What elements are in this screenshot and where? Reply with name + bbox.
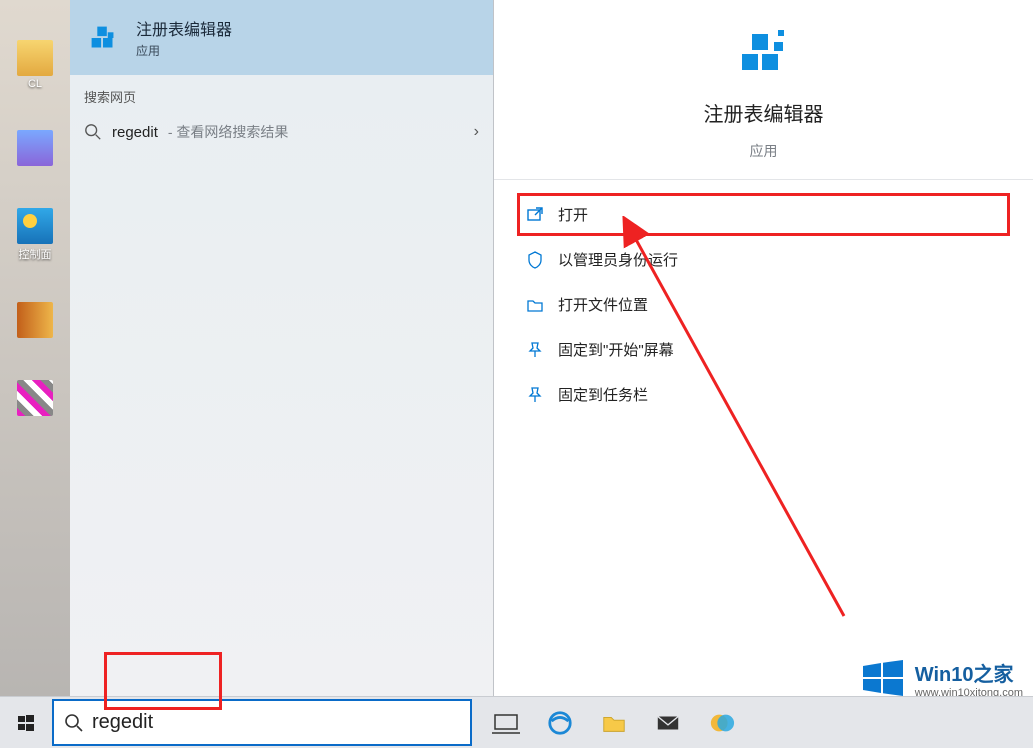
- desktop-icon-app3[interactable]: [10, 380, 60, 418]
- task-view-icon: [492, 710, 520, 736]
- action-label: 固定到任务栏: [558, 384, 648, 405]
- best-match-subtitle: 应用: [136, 42, 232, 59]
- search-icon: [64, 713, 84, 733]
- action-run-as-admin[interactable]: 以管理员身份运行: [518, 239, 1009, 280]
- windows-logo-icon: [17, 714, 35, 732]
- taskbar-edge[interactable]: [536, 699, 584, 747]
- web-result-query: regedit: [112, 124, 158, 141]
- taskbar-app[interactable]: [698, 699, 746, 747]
- action-label: 固定到"开始"屏幕: [558, 339, 674, 360]
- watermark: Win10之家 www.win10xitong.com: [861, 656, 1023, 700]
- action-open-file-location[interactable]: 打开文件位置: [518, 284, 1009, 325]
- registry-editor-icon: [84, 19, 122, 57]
- start-button[interactable]: [0, 697, 52, 748]
- registry-editor-icon: [732, 20, 796, 84]
- desktop-icons-column: CL 控制面: [0, 0, 70, 696]
- start-search-panel: 注册表编辑器 应用 搜索网页 regedit - 查看网络搜索结果 ›: [70, 0, 494, 696]
- desktop-icon-label: 控制面: [19, 246, 52, 262]
- control-panel-icon: [17, 208, 53, 244]
- taskbar: [0, 696, 1033, 748]
- best-match-title: 注册表编辑器: [136, 16, 232, 40]
- chevron-right-icon: ›: [474, 123, 479, 141]
- action-label: 以管理员身份运行: [558, 249, 678, 270]
- detail-actions: 打开 以管理员身份运行 打开文件位置 固定到"开始"屏幕 固定到任务栏: [494, 180, 1033, 429]
- taskbar-search-box[interactable]: [52, 699, 472, 746]
- app-icon: [17, 380, 53, 416]
- detail-title: 注册表编辑器: [704, 98, 824, 127]
- watermark-title: Win10之家: [915, 658, 1014, 687]
- web-search-result[interactable]: regedit - 查看网络搜索结果 ›: [70, 112, 493, 152]
- open-icon: [526, 206, 544, 224]
- mail-icon: [654, 710, 682, 736]
- detail-hero: 注册表编辑器 应用: [494, 0, 1033, 180]
- detail-subtitle: 应用: [750, 141, 778, 161]
- taskbar-explorer[interactable]: [590, 699, 638, 747]
- taskbar-mail[interactable]: [644, 699, 692, 747]
- search-input[interactable]: [92, 711, 470, 734]
- app-icon: [708, 710, 736, 736]
- app-icon: [17, 302, 53, 338]
- folder-icon: [17, 40, 53, 76]
- desktop-icon-control-panel[interactable]: 控制面: [10, 208, 60, 262]
- action-open[interactable]: 打开: [518, 194, 1009, 235]
- task-view-button[interactable]: [482, 699, 530, 747]
- folder-icon: [526, 296, 544, 314]
- search-icon: [84, 123, 102, 141]
- action-label: 打开: [558, 204, 588, 225]
- pin-icon: [526, 386, 544, 404]
- search-web-section-label: 搜索网页: [70, 75, 493, 112]
- windows-logo-icon: [861, 656, 905, 700]
- action-label: 打开文件位置: [558, 294, 648, 315]
- edge-icon: [546, 710, 574, 736]
- action-pin-to-start[interactable]: 固定到"开始"屏幕: [518, 329, 1009, 370]
- action-pin-to-taskbar[interactable]: 固定到任务栏: [518, 374, 1009, 415]
- app-icon: [17, 130, 53, 166]
- result-detail-panel: 注册表编辑器 应用 打开 以管理员身份运行 打开文件位置 固定到"开始"屏幕: [494, 0, 1033, 696]
- desktop-icon-folder[interactable]: CL: [10, 40, 60, 90]
- desktop-icon-label: CL: [28, 78, 42, 90]
- shield-icon: [526, 251, 544, 269]
- desktop-icon-app[interactable]: [10, 130, 60, 168]
- desktop-icon-app2[interactable]: [10, 302, 60, 340]
- web-result-hint: - 查看网络搜索结果: [168, 122, 289, 142]
- best-match-result[interactable]: 注册表编辑器 应用: [70, 0, 493, 75]
- pin-icon: [526, 341, 544, 359]
- taskbar-app-icons: [482, 697, 746, 748]
- folder-icon: [600, 710, 628, 736]
